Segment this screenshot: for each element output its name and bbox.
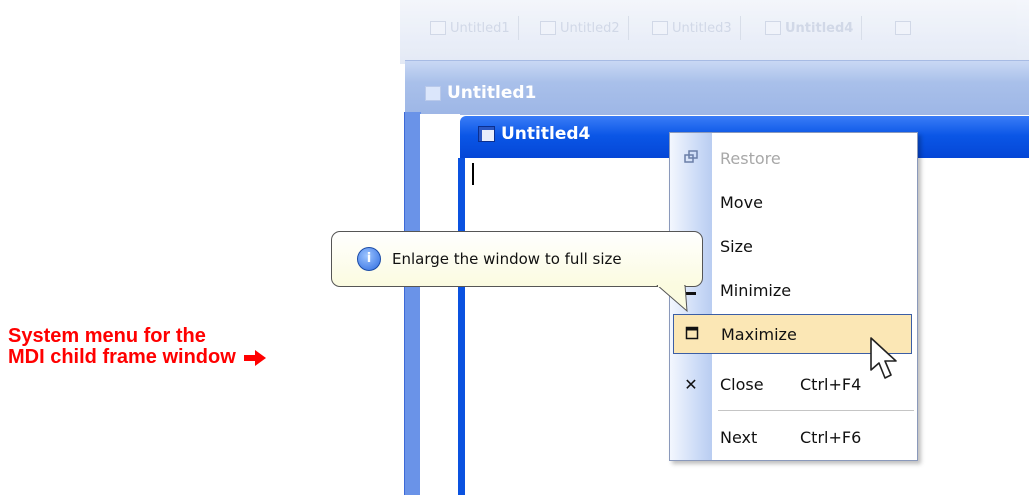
tab-label: Untitled2 bbox=[560, 20, 620, 36]
menu-item-label: Maximize bbox=[721, 324, 797, 344]
tab-label: Untitled3 bbox=[672, 20, 732, 36]
tab-untitled2[interactable]: Untitled2 bbox=[540, 16, 629, 40]
menu-item-next[interactable]: Next Ctrl+F6 bbox=[670, 415, 917, 459]
menu-item-restore[interactable]: Restore bbox=[670, 136, 917, 180]
annotation-row2: MDI child frame window bbox=[8, 347, 266, 368]
tooltip-pointer bbox=[656, 285, 688, 313]
menu-item-label: Restore bbox=[720, 148, 781, 168]
tab-overflow[interactable] bbox=[895, 16, 923, 40]
restore-icon bbox=[682, 149, 700, 168]
tab-label: Untitled4 bbox=[785, 20, 854, 36]
untitled4-title: Untitled4 bbox=[501, 124, 591, 144]
untitled4-caption: Untitled4 bbox=[478, 124, 590, 144]
tab-untitled1[interactable]: Untitled1 bbox=[430, 16, 519, 40]
untitled1-client-area[interactable] bbox=[420, 114, 460, 495]
annotation-line2: MDI child frame window bbox=[8, 346, 236, 368]
tab-untitled3[interactable]: Untitled3 bbox=[652, 16, 741, 40]
window-icon bbox=[425, 85, 441, 101]
mouse-cursor-icon bbox=[870, 337, 897, 379]
document-icon bbox=[895, 21, 911, 35]
tooltip-text: Enlarge the window to full size bbox=[392, 250, 622, 268]
menu-item-minimize[interactable]: Minimize bbox=[670, 268, 917, 312]
menu-item-label: Close bbox=[720, 374, 764, 394]
document-icon bbox=[765, 21, 781, 35]
menu-item-size[interactable]: Size bbox=[670, 224, 917, 268]
menu-item-label: Size bbox=[720, 236, 753, 256]
document-icon bbox=[430, 21, 446, 35]
untitled1-title: Untitled1 bbox=[447, 83, 537, 103]
tab-untitled4[interactable]: Untitled4 bbox=[765, 16, 863, 40]
untitled4-frame-border bbox=[458, 158, 465, 495]
menu-item-shortcut: Ctrl+F6 bbox=[800, 427, 862, 447]
text-caret bbox=[472, 163, 474, 185]
document-icon bbox=[652, 21, 668, 35]
menu-item-move[interactable]: Move bbox=[670, 180, 917, 224]
mdi-tab-strip: Untitled1 Untitled2 Untitled3 Untitled4 bbox=[400, 0, 1029, 64]
system-menu: Restore Move Size Minimize Maximize ✕ Cl… bbox=[669, 132, 918, 461]
red-arrow-icon bbox=[243, 349, 266, 366]
tab-label: Untitled1 bbox=[450, 20, 510, 36]
annotation-label: System menu for the MDI child frame wind… bbox=[8, 326, 266, 368]
close-icon: ✕ bbox=[684, 374, 698, 394]
maximize-icon bbox=[683, 325, 701, 344]
menu-item-label: Move bbox=[720, 192, 763, 212]
menu-item-shortcut: Ctrl+F4 bbox=[800, 374, 862, 394]
untitled1-caption: Untitled1 bbox=[425, 83, 536, 103]
menu-item-label: Minimize bbox=[720, 280, 792, 300]
tooltip-balloon: i Enlarge the window to full size bbox=[331, 231, 703, 287]
menu-item-label: Next bbox=[720, 427, 758, 447]
untitled1-frame-border bbox=[404, 112, 421, 495]
menu-separator bbox=[718, 410, 914, 411]
document-icon bbox=[540, 21, 556, 35]
system-menu-icon[interactable] bbox=[478, 126, 495, 142]
annotation-line1: System menu for the bbox=[8, 325, 206, 347]
info-icon: i bbox=[357, 247, 381, 271]
